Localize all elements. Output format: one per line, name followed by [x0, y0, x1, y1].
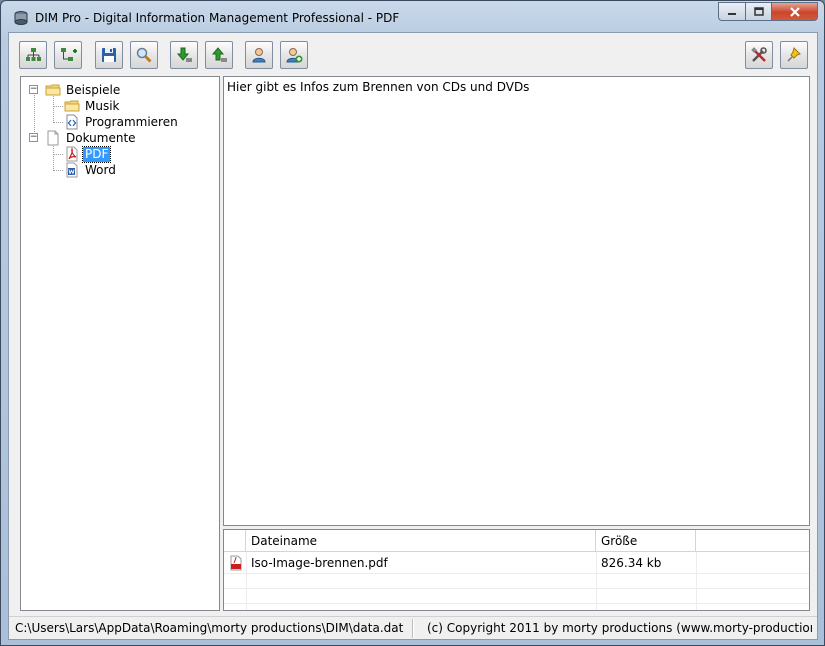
word-icon	[66, 162, 78, 178]
settings-button[interactable]	[745, 41, 773, 69]
code-file-icon	[66, 114, 78, 130]
app-window: DIM Pro - Digital Information Management…	[0, 0, 825, 646]
file-size-cell: 826.34 kb	[601, 556, 662, 570]
file-list[interactable]: Dateiname Größe Iso-Image-brennen.pdf 82…	[223, 529, 810, 611]
add-user-button[interactable]	[280, 41, 308, 69]
folder-icon	[64, 100, 80, 112]
tree-node-label: PDF	[81, 145, 112, 163]
window-title: DIM Pro - Digital Information Management…	[35, 11, 400, 25]
pdf-icon	[230, 555, 242, 571]
column-header-filename[interactable]: Dateiname	[246, 530, 596, 552]
user-add-icon	[286, 48, 303, 63]
tree-node-word[interactable]: Word	[64, 162, 118, 178]
grid-line	[224, 573, 809, 574]
column-header-icon[interactable]	[224, 530, 246, 552]
minimize-button[interactable]	[718, 2, 745, 21]
tree-line	[53, 170, 63, 171]
tree-line	[53, 154, 63, 155]
tree-line	[53, 106, 63, 107]
status-bar: C:\Users\Lars\AppData\Roaming\morty prod…	[9, 616, 817, 639]
title-bar[interactable]: DIM Pro - Digital Information Management…	[1, 1, 824, 33]
caption-buttons	[718, 2, 818, 21]
tree-node-label: Dokumente	[66, 130, 136, 145]
tree-add-child-icon	[61, 48, 77, 61]
info-text: Hier gibt es Infos zum Brennen von CDs u…	[227, 80, 530, 94]
status-copyright: (c) Copyright 2011 by morty productions …	[427, 621, 812, 635]
tree-node-label: Musik	[85, 98, 120, 113]
export-button[interactable]	[205, 41, 233, 69]
column-header-size[interactable]: Größe	[596, 530, 696, 552]
import-button[interactable]	[170, 41, 198, 69]
close-button[interactable]	[772, 2, 818, 21]
tree-add-icon	[26, 48, 41, 61]
floppy-disk-icon	[102, 48, 116, 62]
toolbar	[9, 33, 817, 75]
maximize-button[interactable]	[745, 2, 772, 21]
client-area: − Beispiele Musik Programmieren − Dokume…	[8, 32, 818, 640]
file-type-cell	[228, 555, 244, 571]
close-icon	[789, 6, 800, 17]
tree-node-label: Beispiele	[66, 82, 121, 97]
app-disc-icon	[14, 11, 28, 25]
tree-node-programmieren[interactable]: Programmieren	[64, 114, 180, 130]
pdf-icon	[66, 146, 78, 162]
search-button[interactable]	[130, 41, 158, 69]
tree-node-beispiele[interactable]: Beispiele	[45, 82, 122, 98]
tree-node-pdf[interactable]: PDF	[64, 145, 112, 163]
status-data-path: C:\Users\Lars\AppData\Roaming\morty prod…	[15, 621, 404, 635]
user-button[interactable]	[245, 41, 273, 69]
tree-node-label: Word	[85, 162, 116, 177]
arrow-up-green-icon	[211, 47, 227, 62]
category-tree[interactable]: − Beispiele Musik Programmieren − Dokume…	[20, 76, 220, 611]
file-name-cell: Iso-Image-brennen.pdf	[251, 556, 388, 570]
file-row[interactable]: Iso-Image-brennen.pdf 826.34 kb	[224, 553, 809, 573]
tree-line	[53, 122, 63, 123]
tree-line	[34, 90, 35, 138]
tree-node-musik[interactable]: Musik	[64, 98, 122, 114]
grid-line	[224, 603, 809, 604]
add-subcategory-button[interactable]	[54, 41, 82, 69]
tree-expander[interactable]: −	[29, 85, 38, 94]
save-button[interactable]	[95, 41, 123, 69]
user-icon	[252, 48, 266, 63]
info-text-area[interactable]: Hier gibt es Infos zum Brennen von CDs u…	[223, 76, 810, 526]
magnifier-icon	[136, 47, 152, 63]
document-icon	[47, 130, 59, 146]
arrow-down-green-icon	[176, 47, 192, 62]
pin-button[interactable]	[780, 41, 808, 69]
maximize-icon	[753, 7, 764, 16]
tools-icon	[751, 47, 767, 62]
grid-line	[224, 588, 809, 589]
tree-node-dokumente[interactable]: Dokumente	[45, 130, 138, 146]
minimize-icon	[728, 12, 736, 15]
pushpin-icon	[787, 47, 801, 62]
column-header-filler	[696, 530, 809, 552]
add-category-button[interactable]	[19, 41, 47, 69]
folder-icon	[45, 84, 61, 96]
tree-node-label: Programmieren	[85, 114, 178, 129]
tree-expander[interactable]: −	[29, 133, 38, 142]
status-separator	[412, 619, 414, 638]
